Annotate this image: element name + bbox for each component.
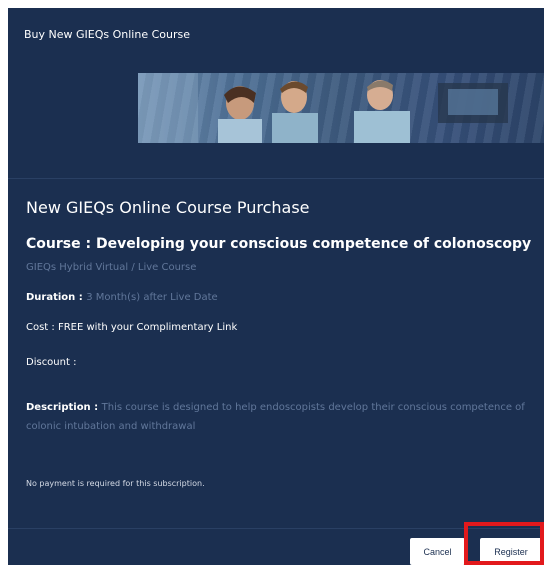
course-label: Course : — [26, 236, 96, 252]
description-label: Description : — [26, 402, 102, 413]
description-value: This course is designed to help endoscop… — [26, 402, 525, 432]
cancel-button[interactable]: Cancel — [410, 538, 465, 565]
course-name: Developing your conscious competence of … — [95, 236, 532, 252]
duration-value: 3 Month(s) after Live Date — [86, 292, 218, 303]
duration-label: Duration : — [26, 292, 87, 303]
purchase-modal: Buy New GIEQs Online Course New GIEQs On… — [8, 8, 544, 565]
discount-label: Discount : — [26, 357, 77, 368]
discount-row: Discount : — [26, 357, 76, 368]
cost-label: Cost : — [26, 322, 58, 333]
course-banner-image — [138, 73, 544, 143]
divider — [8, 178, 544, 179]
duration-row: Duration : 3 Month(s) after Live Date — [26, 292, 218, 303]
course-type: GIEQs Hybrid Virtual / Live Course — [26, 262, 197, 273]
modal-title: Buy New GIEQs Online Course — [24, 27, 190, 41]
register-button[interactable]: Register — [480, 538, 542, 565]
footer-divider — [8, 528, 544, 529]
cost-row: Cost : FREE with your Complimentary Link — [26, 322, 237, 333]
banner-area — [8, 60, 544, 178]
page-title: New GIEQs Online Course Purchase — [26, 198, 310, 217]
payment-note: No payment is required for this subscrip… — [26, 479, 205, 488]
course-line: Course : Developing your conscious compe… — [26, 236, 531, 252]
cost-value: FREE with your Complimentary Link — [57, 322, 238, 333]
description: Description : This course is designed to… — [26, 398, 541, 436]
modal-header: Buy New GIEQs Online Course — [8, 8, 544, 60]
modal-body: New GIEQs Online Course Purchase Course … — [26, 196, 541, 488]
